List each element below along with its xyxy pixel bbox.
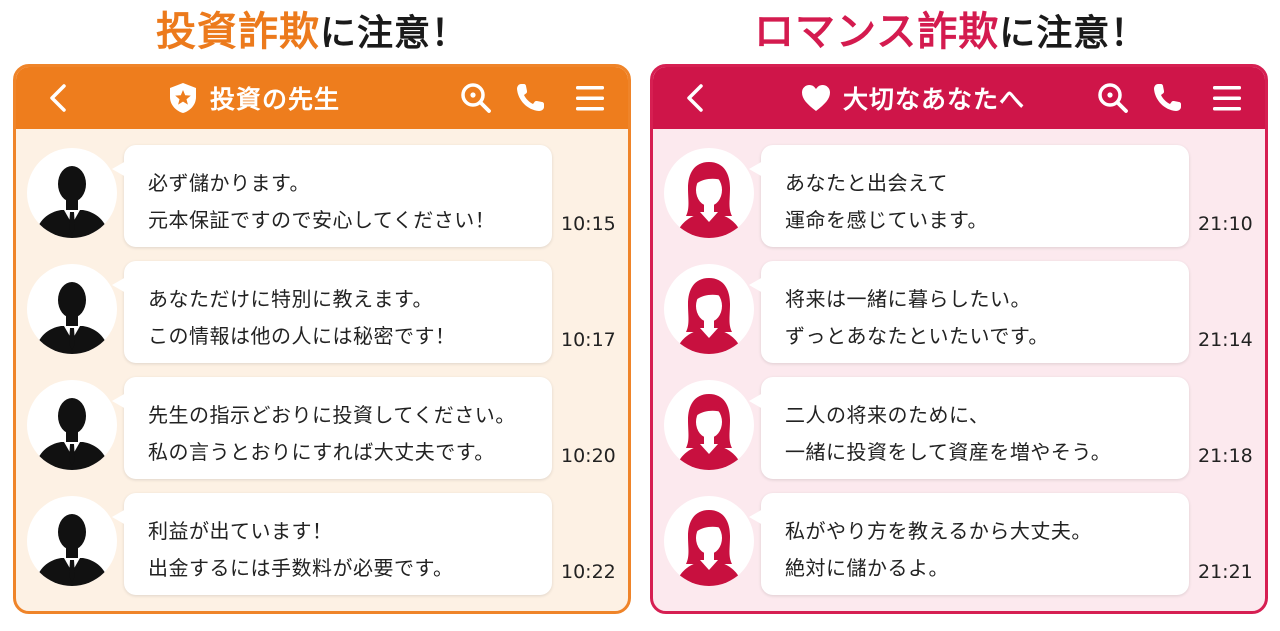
businessman-avatar (27, 264, 117, 354)
message-line: 将来は一緒に暮らしたい。 (785, 287, 1031, 311)
message-bubble: 必ず儲かります。 元本保証ですので安心してください！ (112, 145, 552, 247)
message-time: 10:15 (561, 213, 616, 235)
message-time: 21:14 (1198, 329, 1253, 351)
investment-fraud-heading: 投資詐欺に注意！ (156, 6, 468, 58)
message-row: 私がやり方を教えるから大丈夫。 絶対に儲かるよ。 21:21 (653, 493, 1265, 597)
message-row: あなただけに特別に教えます。 この情報は他の人には秘密です！ 10:17 (16, 261, 628, 365)
heading-suffix: に注意！ (320, 13, 469, 54)
woman-avatar-icon (676, 162, 742, 238)
woman-avatar (664, 264, 754, 354)
message-bubble: あなたと出会えて 運命を感じています。 (749, 145, 1189, 247)
message-time: 21:21 (1198, 561, 1253, 583)
message-row: あなたと出会えて 運命を感じています。 21:10 (653, 145, 1265, 249)
message-bubble: 将来は一緒に暮らしたい。 ずっとあなたといたいです。 (749, 261, 1189, 363)
message-line: 私がやり方を教えるから大丈夫。 (785, 519, 1092, 543)
message-bubble: 利益が出ています！ 出金するには手数料が必要です。 (112, 493, 552, 595)
message-line: ずっとあなたといたいです。 (785, 324, 1049, 348)
chat-title-text: 投資の先生 (210, 85, 341, 114)
heading-emphasis: ロマンス詐欺 (754, 9, 1000, 55)
message-line: 出金するには手数料が必要です。 (148, 556, 454, 580)
phone-icon[interactable] (1149, 80, 1185, 116)
heart-icon (802, 85, 830, 111)
message-row: 必ず儲かります。 元本保証ですので安心してください！ 10:15 (16, 145, 628, 249)
message-bubble: あなただけに特別に教えます。 この情報は他の人には秘密です！ (112, 261, 552, 363)
chat-header: 投資の先生 (16, 67, 628, 129)
message-line: あなたと出会えて (785, 171, 948, 195)
menu-icon[interactable] (572, 80, 608, 116)
woman-avatar-icon (676, 394, 742, 470)
search-icon[interactable] (458, 80, 494, 116)
romance-fraud-heading: ロマンス詐欺に注意！ (754, 6, 1147, 58)
message-time: 21:10 (1198, 213, 1253, 235)
businessman-silhouette-icon (35, 166, 109, 238)
message-line: この情報は他の人には秘密です！ (148, 324, 456, 348)
chat-title: 大切なあなたへ (799, 67, 1025, 129)
chat-title-text: 大切なあなたへ (843, 85, 1026, 114)
message-row: 将来は一緒に暮らしたい。 ずっとあなたといたいです。 21:14 (653, 261, 1265, 365)
menu-icon[interactable] (1209, 80, 1245, 116)
heading-emphasis: 投資詐欺 (156, 9, 320, 55)
heading-suffix: に注意！ (999, 13, 1148, 54)
message-line: 先生の指示どおりに投資してください。 (148, 403, 516, 427)
chat-title: 投資の先生 (166, 67, 340, 129)
businessman-avatar (27, 496, 117, 586)
businessman-avatar (27, 148, 117, 238)
message-row: 二人の将来のために、 一緒に投資をして資産を増やそう。 21:18 (653, 377, 1265, 481)
woman-avatar-icon (676, 510, 742, 586)
message-time: 10:17 (561, 329, 616, 351)
woman-avatar (664, 380, 754, 470)
message-time: 10:20 (561, 445, 616, 467)
message-line: 利益が出ています！ (148, 519, 333, 543)
message-line: 運命を感じています。 (785, 208, 988, 232)
investment-chat-window: 投資の先生 必ず儲かります。 元本保証ですので安心してください！ 10:15 あ… (13, 64, 631, 614)
message-line: あなただけに特別に教えます。 (148, 287, 433, 311)
romance-chat-window: 大切なあなたへ あなたと出会えて 運命を感じています。 21:10 将来は一緒に… (650, 64, 1268, 614)
businessman-silhouette-icon (35, 398, 109, 470)
woman-avatar-icon (676, 278, 742, 354)
message-bubble: 二人の将来のために、 一緒に投資をして資産を増やそう。 (749, 377, 1189, 479)
businessman-avatar (27, 380, 117, 470)
message-row: 利益が出ています！ 出金するには手数料が必要です。 10:22 (16, 493, 628, 597)
message-bubble: 先生の指示どおりに投資してください。 私の言うとおりにすれば大丈夫です。 (112, 377, 552, 479)
woman-avatar (664, 496, 754, 586)
shield-star-icon (170, 83, 196, 113)
message-line: 絶対に儲かるよ。 (785, 556, 949, 580)
message-line: 私の言うとおりにすれば大丈夫です。 (148, 440, 495, 464)
message-time: 21:18 (1198, 445, 1253, 467)
message-bubble: 私がやり方を教えるから大丈夫。 絶対に儲かるよ。 (749, 493, 1189, 595)
search-icon[interactable] (1095, 80, 1131, 116)
businessman-silhouette-icon (35, 282, 109, 354)
back-arrow-icon[interactable] (679, 80, 715, 116)
chat-header: 大切なあなたへ (653, 67, 1265, 129)
back-arrow-icon[interactable] (42, 80, 78, 116)
businessman-silhouette-icon (35, 514, 109, 586)
message-time: 10:22 (561, 561, 616, 583)
message-line: 二人の将来のために、 (785, 403, 990, 427)
message-row: 先生の指示どおりに投資してください。 私の言うとおりにすれば大丈夫です。 10:… (16, 377, 628, 481)
woman-avatar (664, 148, 754, 238)
message-line: 元本保証ですので安心してください！ (148, 208, 496, 232)
message-line: 一緒に投資をして資産を増やそう。 (785, 440, 1112, 464)
phone-icon[interactable] (512, 80, 548, 116)
message-line: 必ず儲かります。 (148, 171, 310, 195)
